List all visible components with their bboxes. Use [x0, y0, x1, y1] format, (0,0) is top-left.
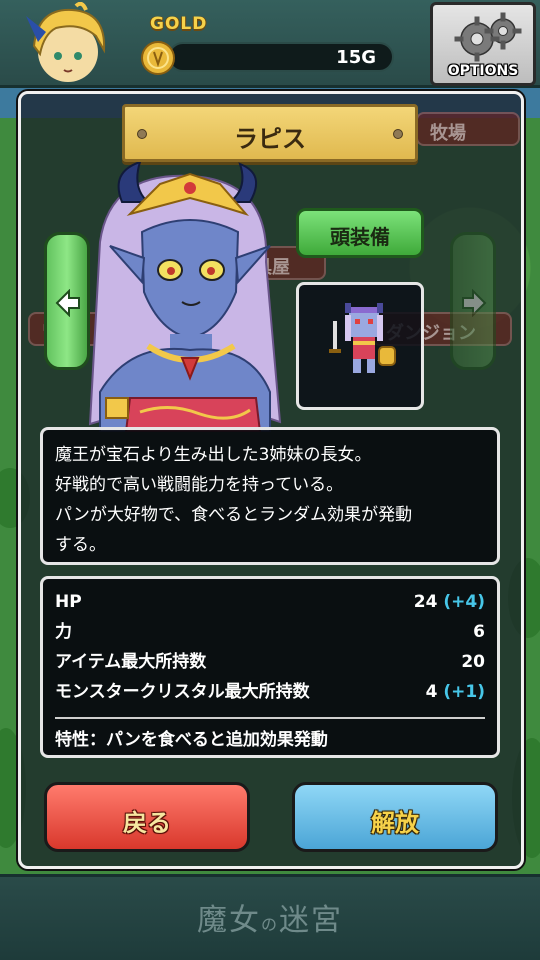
stat-name: アイテム最大所持数	[55, 652, 207, 672]
stat-value: 24 (+4)	[413, 592, 485, 612]
stat-bonus: (+1)	[443, 682, 485, 702]
monster-trait: 特性：パンを食べると追加効果発動	[55, 730, 328, 750]
arrow-right-icon	[462, 289, 487, 317]
back-button[interactable]: 戻る	[44, 782, 250, 852]
stat-value: 20	[461, 652, 485, 672]
stat-name: モンスタークリスタル最大所持数	[55, 682, 310, 702]
monster-sprite-box	[296, 282, 424, 410]
back-button-label: 戻る	[123, 809, 171, 837]
player-avatar	[16, 1, 116, 88]
stat-name: HP	[55, 592, 82, 612]
stat-row-item-capacity: アイテム最大所持数 20	[55, 647, 485, 677]
monster-name: ラピス	[234, 125, 306, 153]
description-line: 好戦的で高い戦闘能力を持っている。	[55, 475, 344, 495]
ranch-chip: 牧場	[416, 112, 520, 146]
stat-row-crystal-capacity: モンスタークリスタル最大所持数 4 (+1)	[55, 677, 485, 707]
previous-monster-button[interactable]	[44, 232, 90, 370]
stat-value: 6	[473, 622, 485, 642]
top-bar: GOLD 15G OPTIONS	[0, 0, 540, 88]
description-line: パンが大好物で、食べるとランダム効果が発動	[55, 505, 413, 525]
game-logo: 魔女の迷宮	[196, 903, 343, 938]
options-button[interactable]: OPTIONS	[430, 2, 536, 86]
gold-bar: 15G	[168, 42, 394, 72]
release-button-label: 解放	[371, 809, 419, 837]
release-button[interactable]: 解放	[292, 782, 498, 852]
description-line: 魔王が宝石より生み出した3姉妹の長女。	[55, 445, 372, 465]
monster-portrait	[70, 160, 300, 433]
gold-value: 15G	[336, 47, 376, 68]
monster-sprite-icon	[329, 303, 396, 373]
description-line: する。	[55, 535, 106, 555]
stat-bonus: (+4)	[443, 592, 485, 612]
gear-icon	[451, 11, 523, 65]
monster-description-box: 魔王が宝石より生み出した3姉妹の長女。 好戦的で高い戦闘能力を持っている。 パン…	[40, 427, 500, 565]
gold-coin-icon	[140, 40, 176, 76]
gold-label: GOLD	[150, 14, 208, 34]
bottom-bar: 魔女の迷宮	[0, 874, 540, 960]
stat-row-hp: HP 24 (+4)	[55, 587, 485, 617]
monster-stats-box: HP 24 (+4) 力 6 アイテム最大所持数 20 モンスタークリスタル最大…	[40, 576, 500, 758]
arrow-left-icon	[55, 289, 80, 317]
head-equip-button[interactable]: 頭装備	[296, 208, 424, 258]
stat-name: 力	[55, 622, 72, 642]
monster-name-plank: ラピス	[122, 104, 418, 162]
stat-row-power: 力 6	[55, 617, 485, 647]
next-monster-button[interactable]	[450, 232, 496, 370]
stat-value: 4 (+1)	[425, 682, 485, 702]
stats-divider	[55, 717, 485, 719]
options-label: OPTIONS	[447, 63, 519, 79]
